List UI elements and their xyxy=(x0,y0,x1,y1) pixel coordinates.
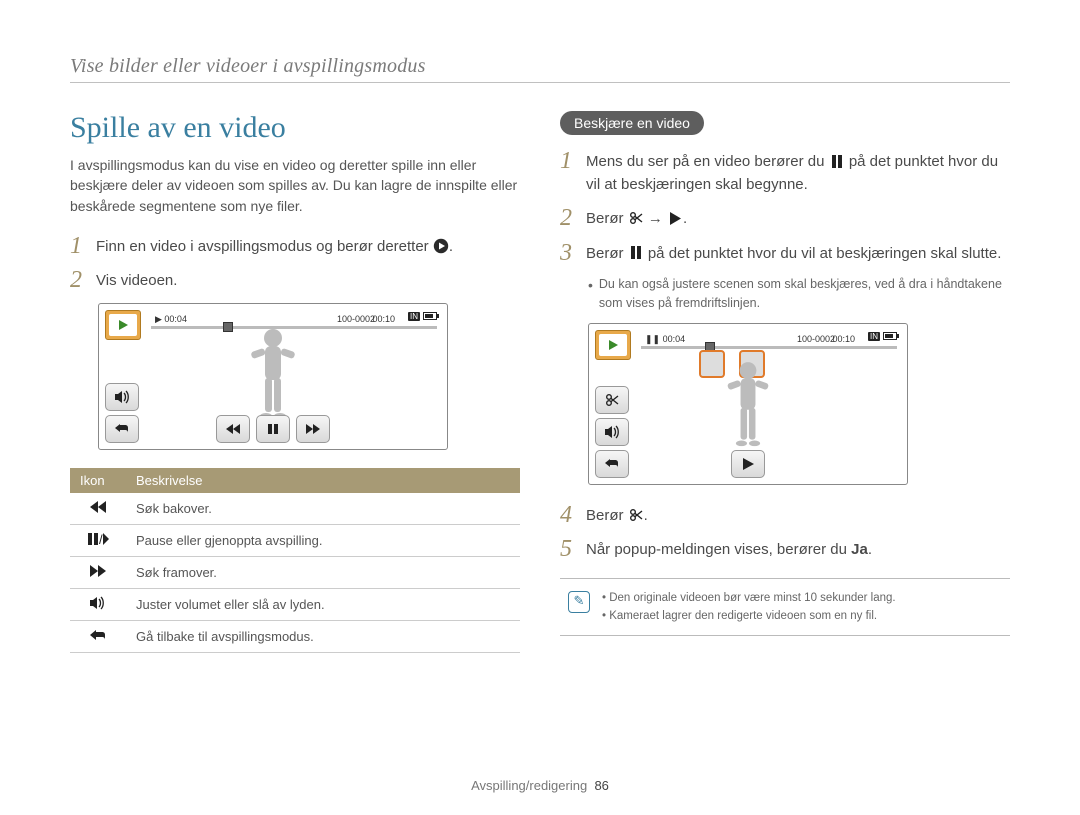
step-text: Mens du ser på en video berører du xyxy=(586,153,824,170)
step-suffix: . xyxy=(644,507,648,524)
step-text: Når popup-meldingen vises, berører du xyxy=(586,541,851,558)
table-cell: Pause eller gjenoppta avspilling. xyxy=(126,524,520,556)
step-1: 1 Finn en video i avspillingsmodus og be… xyxy=(70,234,520,259)
step-suffix: . xyxy=(683,210,687,227)
page-number: 86 xyxy=(594,778,608,793)
play-button[interactable] xyxy=(731,450,765,478)
table-header-desc: Beskrivelse xyxy=(126,468,520,493)
step-text: på det punktet hvor du vil at beskjæring… xyxy=(648,245,1002,262)
step-suffix: . xyxy=(868,541,872,558)
play-icon xyxy=(667,211,683,225)
step-2: 2 Vis videoen. xyxy=(70,268,520,293)
icon-description-table: Ikon Beskrivelse Søk bakover. / Pause el… xyxy=(70,468,520,653)
rewind-button[interactable] xyxy=(216,415,250,443)
right-column: Beskjære en video 1 Mens du ser på en vi… xyxy=(560,111,1010,653)
note-icon: ✎ xyxy=(568,591,590,613)
step-bold: Ja xyxy=(851,541,868,558)
table-row: Gå tilbake til avspillingsmodus. xyxy=(70,620,520,652)
scissors-icon xyxy=(628,211,644,225)
pause-icon xyxy=(628,246,644,260)
person-silhouette xyxy=(720,358,776,459)
progress-bar[interactable] xyxy=(641,346,897,349)
file-number: 100-0002 xyxy=(797,334,835,344)
status-icons: IN xyxy=(868,332,897,341)
trim-figure: ❚❚ 00:04 00:10 100-0002 IN xyxy=(588,323,908,485)
note-item: Den originale videoen bør være minst 10 … xyxy=(602,589,896,607)
section-title: Spille av en video xyxy=(70,111,520,145)
back-button[interactable] xyxy=(105,415,139,443)
scissors-button[interactable] xyxy=(595,386,629,414)
pause-icon xyxy=(829,154,845,168)
pause-button[interactable] xyxy=(256,415,290,443)
bullet-dot xyxy=(588,275,593,313)
total-time: 00:10 xyxy=(832,334,855,344)
playback-figure: ▶ 00:04 00:10 100-0002 IN xyxy=(98,303,448,450)
step-number: 3 xyxy=(560,241,576,266)
table-row: Søk bakover. xyxy=(70,493,520,525)
volume-button[interactable] xyxy=(595,418,629,446)
rewind-icon xyxy=(70,493,126,525)
battery-icon xyxy=(883,332,897,340)
step-text: Finn en video i avspillingsmodus og berø… xyxy=(96,238,429,255)
step-suffix: . xyxy=(449,238,453,255)
battery-icon xyxy=(423,312,437,320)
step-5: 5 Når popup-meldingen vises, berører du … xyxy=(560,537,1010,562)
step-number: 2 xyxy=(70,268,86,293)
video-thumbnail-icon xyxy=(105,310,141,340)
arrow-text: → xyxy=(648,210,663,227)
table-header-icon: Ikon xyxy=(70,468,126,493)
breadcrumb: Vise bilder eller videoer i avspillingsm… xyxy=(70,55,1010,83)
step-2: 2 Berør → . xyxy=(560,206,1010,231)
back-button[interactable] xyxy=(595,450,629,478)
pause-play-icon: / xyxy=(70,524,126,556)
step-text: Berør xyxy=(586,210,624,227)
progress-knob[interactable] xyxy=(223,322,233,332)
fast-forward-button[interactable] xyxy=(296,415,330,443)
step-number: 2 xyxy=(560,206,576,231)
step-text: Vis videoen. xyxy=(96,268,520,293)
table-row: Juster volumet eller slå av lyden. xyxy=(70,588,520,620)
file-number: 100-0002 xyxy=(337,314,375,324)
elapsed-time: ❚❚ 00:04 xyxy=(645,334,685,345)
table-cell: Juster volumet eller slå av lyden. xyxy=(126,588,520,620)
step-number: 4 xyxy=(560,503,576,528)
table-row: / Pause eller gjenoppta avspilling. xyxy=(70,524,520,556)
step-4: 4 Berør . xyxy=(560,503,1010,528)
in-badge: IN xyxy=(408,312,420,321)
video-thumbnail-icon xyxy=(595,330,631,360)
left-column: Spille av en video I avspillingsmodus ka… xyxy=(70,111,520,653)
table-cell: Søk framover. xyxy=(126,556,520,588)
status-icons: IN xyxy=(408,312,437,321)
table-row: Søk framover. xyxy=(70,556,520,588)
step-1: 1 Mens du ser på en video berører du på … xyxy=(560,149,1010,196)
subsection-pill: Beskjære en video xyxy=(560,111,704,135)
page-footer: Avspilling/redigering 86 xyxy=(0,778,1080,793)
volume-button[interactable] xyxy=(105,383,139,411)
volume-icon xyxy=(70,588,126,620)
total-time: 00:10 xyxy=(372,314,395,324)
intro-paragraph: I avspillingsmodus kan du vise en video … xyxy=(70,155,520,216)
elapsed-time: ▶ 00:04 xyxy=(155,314,187,325)
step-number: 5 xyxy=(560,537,576,562)
note-box: ✎ Den originale videoen bør være minst 1… xyxy=(560,578,1010,637)
table-cell: Søk bakover. xyxy=(126,493,520,525)
sub-bullet-text: Du kan også justere scenen som skal besk… xyxy=(599,275,1010,313)
table-cell: Gå tilbake til avspillingsmodus. xyxy=(126,620,520,652)
scissors-icon xyxy=(628,508,644,522)
fast-forward-icon xyxy=(70,556,126,588)
step-number: 1 xyxy=(560,149,576,196)
note-item: Kameraet lagrer den redigerte videoen so… xyxy=(602,607,896,625)
play-circle-icon xyxy=(433,239,449,253)
footer-section: Avspilling/redigering xyxy=(471,778,587,793)
svg-text:/: / xyxy=(99,532,103,546)
back-icon xyxy=(70,620,126,652)
step-text: Berør xyxy=(586,245,624,262)
step-text: Berør xyxy=(586,507,624,524)
step-3: 3 Berør på det punktet hvor du vil at be… xyxy=(560,241,1010,266)
sub-bullet: Du kan også justere scenen som skal besk… xyxy=(588,275,1010,313)
step-number: 1 xyxy=(70,234,86,259)
in-badge: IN xyxy=(868,332,880,341)
